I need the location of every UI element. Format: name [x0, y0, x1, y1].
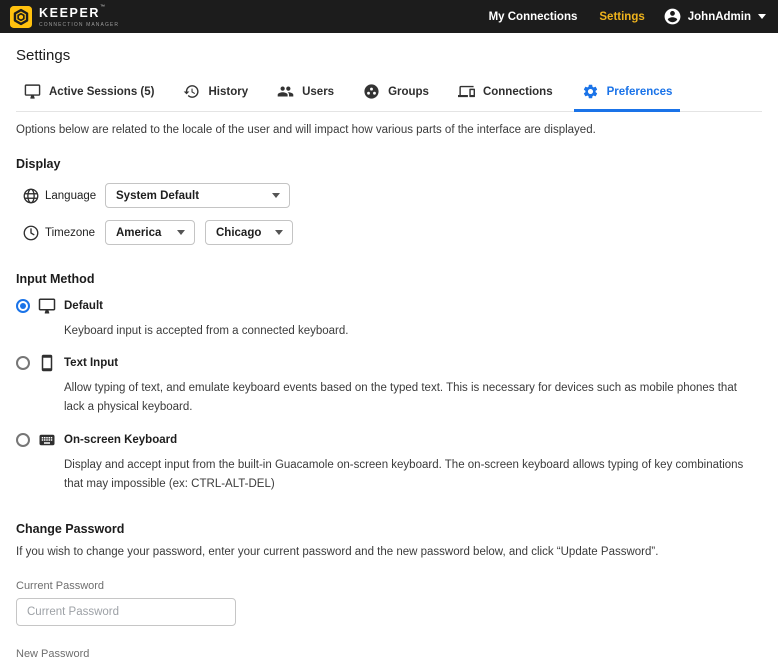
chevron-down-icon	[272, 193, 280, 198]
tab-label: Connections	[483, 86, 553, 98]
change-password-intro: If you wish to change your password, ent…	[16, 546, 762, 558]
keeper-hexagon-icon	[10, 6, 32, 28]
timezone-label: Timezone	[45, 227, 105, 239]
timezone-region-select[interactable]: America	[105, 220, 195, 245]
language-row: Language System Default	[16, 183, 762, 208]
radio-onscreen-keyboard[interactable]	[16, 433, 30, 447]
tab-label: Users	[302, 86, 334, 98]
keyboard-icon	[38, 431, 56, 449]
input-method-option-onscreen-keyboard: On-screen Keyboard Display and accept in…	[16, 431, 762, 493]
timezone-region-value: America	[116, 227, 161, 239]
tab-users[interactable]: Users	[269, 80, 342, 112]
input-method-option-text-input: Text Input Allow typing of text, and emu…	[16, 354, 762, 416]
page-title: Settings	[16, 47, 762, 64]
input-method-heading: Input Method	[16, 272, 762, 286]
tab-label: Preferences	[607, 86, 673, 98]
tab-label: History	[208, 86, 248, 98]
timezone-city-value: Chicago	[216, 227, 261, 239]
globe-icon	[22, 187, 40, 205]
tab-label: Groups	[388, 86, 429, 98]
change-password-heading: Change Password	[16, 522, 762, 536]
tab-active-sessions[interactable]: Active Sessions (5)	[16, 80, 162, 112]
clock-icon	[22, 224, 40, 242]
user-menu[interactable]: JohnAdmin	[663, 7, 766, 26]
user-avatar-icon	[663, 7, 682, 26]
devices-icon	[458, 83, 475, 100]
timezone-city-select[interactable]: Chicago	[205, 220, 293, 245]
user-name: JohnAdmin	[688, 11, 751, 23]
new-password-label: New Password	[16, 648, 762, 658]
option-description: Keyboard input is accepted from a connec…	[64, 322, 762, 340]
tab-history[interactable]: History	[175, 80, 256, 112]
chevron-down-icon	[275, 230, 283, 235]
current-password-label: Current Password	[16, 580, 762, 592]
tab-groups[interactable]: Groups	[355, 80, 437, 112]
brand-subtitle: CONNECTION MANAGER	[39, 23, 119, 28]
smartphone-icon	[38, 354, 56, 372]
option-description: Allow typing of text, and emulate keyboa…	[64, 379, 762, 416]
tab-preferences[interactable]: Preferences	[574, 80, 681, 112]
timezone-row: Timezone America Chicago	[16, 220, 762, 245]
chevron-down-icon	[177, 230, 185, 235]
gear-icon	[582, 83, 599, 100]
tab-connections[interactable]: Connections	[450, 80, 561, 112]
groups-icon	[363, 83, 380, 100]
option-label[interactable]: On-screen Keyboard	[64, 434, 762, 446]
users-icon	[277, 83, 294, 100]
preferences-intro-text: Options below are related to the locale …	[16, 124, 762, 136]
keeper-logo: KEEPER™ CONNECTION MANAGER	[10, 5, 119, 28]
option-description: Display and accept input from the built-…	[64, 456, 762, 493]
tab-label: Active Sessions (5)	[49, 86, 154, 98]
option-label[interactable]: Text Input	[64, 357, 762, 369]
radio-text-input[interactable]	[16, 356, 30, 370]
nav-settings[interactable]: Settings	[599, 11, 644, 23]
brand-trademark: ™	[100, 4, 105, 10]
language-label: Language	[45, 190, 105, 202]
monitor-icon	[38, 297, 56, 315]
current-password-field[interactable]	[16, 598, 236, 626]
language-selected-value: System Default	[116, 190, 199, 202]
history-icon	[183, 83, 200, 100]
option-label[interactable]: Default	[64, 300, 762, 312]
display-heading: Display	[16, 157, 762, 171]
input-method-option-default: Default Keyboard input is accepted from …	[16, 297, 762, 340]
settings-tab-bar: Active Sessions (5) History Users Groups…	[16, 80, 762, 112]
monitor-icon	[24, 83, 41, 100]
chevron-down-icon	[758, 14, 766, 19]
radio-default[interactable]	[16, 299, 30, 313]
nav-my-connections[interactable]: My Connections	[489, 11, 578, 23]
brand-name: KEEPER	[39, 6, 100, 20]
language-select[interactable]: System Default	[105, 183, 290, 208]
top-navbar: KEEPER™ CONNECTION MANAGER My Connection…	[0, 0, 778, 33]
